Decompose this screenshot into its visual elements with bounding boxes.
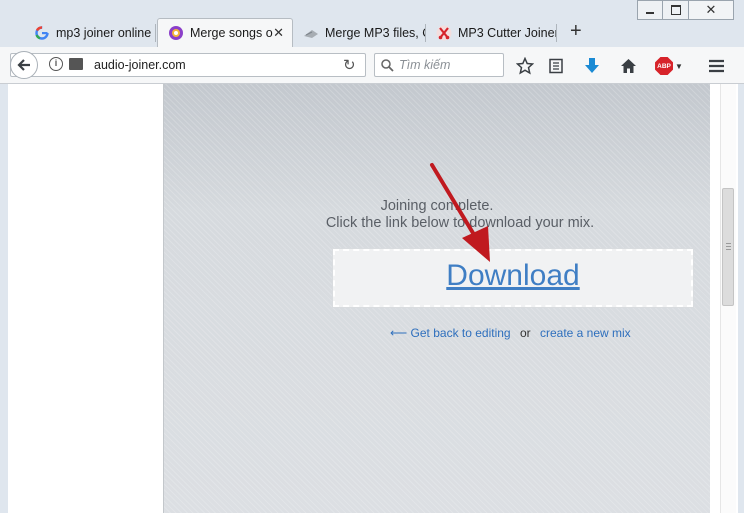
audio-joiner-icon <box>168 25 184 41</box>
google-icon <box>34 25 50 41</box>
adblock-label: ABP <box>657 62 671 70</box>
search-icon <box>381 59 394 72</box>
minimize-icon <box>646 12 654 14</box>
address-bar[interactable]: i audio-joiner.com ↻ <box>10 51 366 79</box>
create-new-mix-link[interactable]: create a new mix <box>540 326 631 340</box>
left-panel <box>8 84 163 513</box>
tab-separator <box>556 24 557 42</box>
tab-separator <box>155 24 156 42</box>
file-icon <box>303 25 319 41</box>
reader-list-icon[interactable] <box>546 56 566 76</box>
tab-merge-mp3-files[interactable]: Merge MP3 files, C <box>293 18 425 47</box>
url-text: audio-joiner.com <box>94 58 186 72</box>
home-icon[interactable] <box>618 56 638 76</box>
bookmark-star-icon[interactable] <box>515 56 535 76</box>
scrollbar-grip-icon <box>726 243 731 251</box>
maximize-icon <box>670 5 681 15</box>
close-icon: ✕ <box>705 2 717 17</box>
page-icon <box>69 58 83 70</box>
tab-strip: ✕ mp3 joiner online Merge songs o ✕ Merg… <box>0 0 744 47</box>
reload-icon[interactable]: ↻ <box>343 56 356 74</box>
tab-label: mp3 joiner online <box>56 25 152 40</box>
window-frame-left <box>0 84 8 513</box>
download-link[interactable]: Download <box>335 259 691 293</box>
window-frame-right <box>738 84 744 513</box>
back-to-editing-link[interactable]: Get back to editing <box>411 326 511 340</box>
back-button[interactable] <box>10 51 38 79</box>
maximize-button[interactable] <box>662 0 689 20</box>
navigation-toolbar: i audio-joiner.com ↻ Tìm kiếm ABP ▼ <box>0 47 744 84</box>
tab-mp3-joiner-online[interactable]: mp3 joiner online <box>24 18 155 47</box>
tab-label: MP3 Cutter Joiner <box>458 25 556 40</box>
bottom-links: ⟵ Get back to editing or create a new mi… <box>390 326 631 340</box>
back-arrow-icon[interactable]: ⟵ <box>390 326 407 340</box>
tab-label: Merge songs o <box>190 26 273 40</box>
joining-complete-text: Joining complete. <box>380 198 494 214</box>
new-tab-button[interactable]: + <box>570 20 582 43</box>
menu-icon[interactable] <box>706 56 726 76</box>
minimize-button[interactable] <box>637 0 663 20</box>
tab-merge-songs-online[interactable]: Merge songs o ✕ <box>157 18 293 47</box>
search-placeholder: Tìm kiếm <box>399 58 451 72</box>
scrollbar-thumb[interactable] <box>722 188 734 306</box>
or-text: or <box>519 326 531 340</box>
download-box: Download <box>333 249 693 307</box>
search-input[interactable]: Tìm kiếm <box>374 53 504 77</box>
back-arrow-icon <box>17 59 30 71</box>
scissors-icon <box>436 25 452 41</box>
adblock-icon[interactable]: ABP ▼ <box>654 56 684 76</box>
close-window-button[interactable]: ✕ <box>688 0 734 20</box>
tab-mp3-cutter-joiner[interactable]: MP3 Cutter Joiner <box>426 18 556 47</box>
chevron-down-icon: ▼ <box>675 61 683 71</box>
close-tab-icon[interactable]: ✕ <box>273 25 284 41</box>
instruction-text: Click the link below to download your mi… <box>325 215 595 231</box>
tab-label: Merge MP3 files, C <box>325 25 425 40</box>
download-arrow-icon[interactable] <box>582 56 602 76</box>
site-info-icon[interactable]: i <box>49 57 63 71</box>
